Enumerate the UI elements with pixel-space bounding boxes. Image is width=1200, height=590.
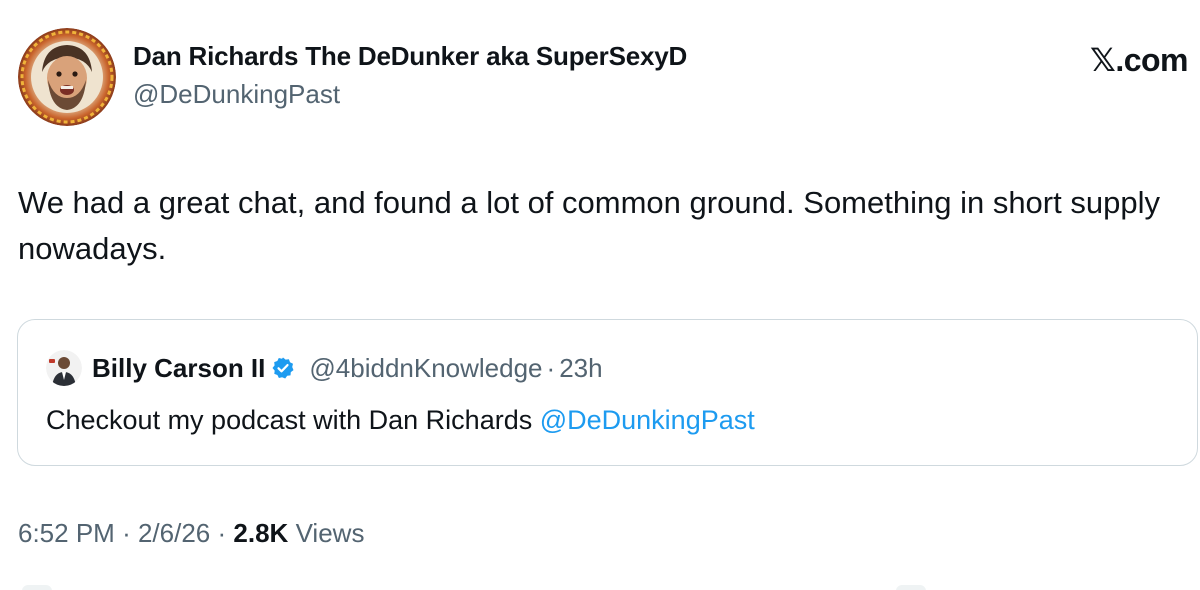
tweet-meta: 6:52 PM · 2/6/26 · 2.8K Views (18, 515, 364, 551)
quoted-author-avatar[interactable] (46, 350, 82, 386)
tweet-text: We had a great chat, and found a lot of … (18, 185, 1160, 266)
author-avatar[interactable] (18, 28, 116, 126)
quoted-tweet-text: Checkout my podcast with Dan Richards @D… (46, 402, 755, 438)
views-count: 2.8K (233, 518, 289, 548)
views-label: Views (295, 518, 365, 548)
author-display-name[interactable]: Dan Richards The DeDunker aka SuperSexyD (133, 38, 687, 74)
quoted-author-handle[interactable]: @4biddnKnowledge (309, 350, 542, 386)
separator-dot: · (217, 518, 227, 548)
separator-dot: · (546, 353, 556, 383)
quoted-tweet-card[interactable]: Billy Carson II @4biddnKnowledge · 23h C… (17, 319, 1198, 466)
quoted-tweet-header: Billy Carson II @4biddnKnowledge · 23h (46, 348, 603, 388)
separator-dot: · (122, 518, 131, 548)
tweet-screenshot: Dan Richards The DeDunker aka SuperSexyD… (0, 0, 1200, 590)
x-logo-label: 𝕏.com (1090, 42, 1188, 78)
tweet-date[interactable]: 2/6/26 (138, 518, 210, 548)
author-handle[interactable]: @DeDunkingPast (133, 76, 687, 112)
tweet-time[interactable]: 6:52 PM (18, 518, 115, 548)
quoted-author-display-name[interactable]: Billy Carson II (92, 350, 265, 386)
action-bar-hint (896, 585, 926, 590)
action-bar-hint (22, 585, 52, 590)
mention-link[interactable]: @DeDunkingPast (540, 405, 755, 435)
verified-badge-icon (271, 356, 295, 380)
tweet-header: Dan Richards The DeDunker aka SuperSexyD… (18, 28, 1188, 128)
author-info: Dan Richards The DeDunker aka SuperSexyD… (133, 38, 687, 112)
quoted-tweet-text-prefix: Checkout my podcast with Dan Richards (46, 405, 540, 435)
quoted-tweet-time[interactable]: 23h (559, 350, 602, 386)
